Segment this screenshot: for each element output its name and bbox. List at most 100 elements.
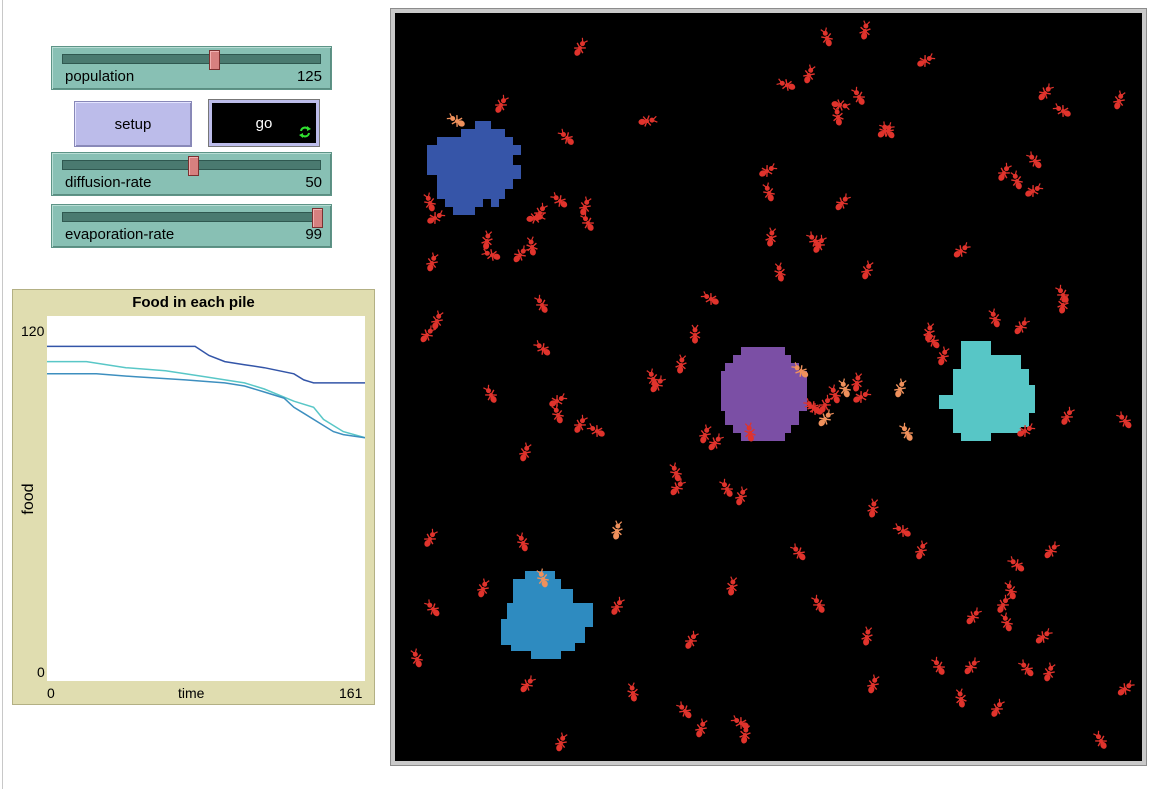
ant-icon	[924, 331, 940, 349]
ant-icon	[676, 701, 692, 719]
ant-icon	[867, 674, 880, 694]
ant-icon	[937, 346, 950, 366]
diffusion-rate-slider[interactable]: diffusion-rate 50	[51, 152, 332, 196]
ant-icon	[966, 607, 982, 625]
blue-pile	[427, 121, 521, 215]
slider-thumb[interactable]	[208, 50, 220, 70]
ant-icon	[820, 27, 833, 47]
ant-icon	[423, 192, 436, 212]
ant-icon	[557, 128, 574, 145]
ant-icon	[859, 20, 871, 40]
ant-icon	[483, 384, 497, 403]
y-max-tick: 120	[21, 323, 45, 339]
ant-icon	[513, 245, 529, 263]
ant-icon	[1035, 628, 1053, 644]
ant-icon	[832, 106, 844, 126]
ant-icon	[917, 53, 936, 67]
ant-icon	[861, 626, 873, 646]
ant-icon	[991, 698, 1005, 717]
evaporation-rate-slider[interactable]: evaporation-rate 99	[51, 204, 332, 248]
plot-svg	[47, 345, 366, 439]
ant-icon	[574, 414, 588, 433]
ant-icon	[1061, 406, 1075, 425]
ant-icon	[1043, 662, 1056, 682]
ant-icon	[998, 162, 1012, 181]
ant-icon	[689, 324, 701, 344]
ant-icon	[726, 576, 738, 596]
population-slider[interactable]: population 125	[51, 46, 332, 90]
y-axis-label: food	[20, 483, 37, 515]
ant-icon	[675, 354, 687, 374]
ant-icon	[1010, 170, 1023, 190]
go-button-face[interactable]: go	[212, 103, 316, 143]
ant-icon	[1117, 680, 1135, 696]
ant-icon	[1000, 612, 1013, 632]
slider-thumb[interactable]	[312, 208, 324, 228]
ant-icon	[424, 528, 438, 547]
ant-icon	[790, 543, 806, 561]
ant-icon	[1018, 659, 1034, 677]
ant-icon	[1026, 151, 1042, 169]
ant-icon	[1052, 103, 1071, 117]
ant-icon	[431, 310, 444, 330]
ant-icon	[776, 78, 796, 91]
ant-icon	[803, 64, 816, 84]
ant-icon	[762, 182, 775, 202]
ant-icon	[549, 393, 568, 407]
ant-icon	[516, 532, 529, 552]
ant-icon	[735, 486, 748, 506]
ant-icon	[1025, 183, 1044, 197]
slider-track[interactable]	[62, 50, 321, 70]
food-plot: Food in each pile 120 0 food 0 time 161	[12, 289, 375, 705]
slider-label: diffusion-rate	[65, 174, 152, 191]
go-button[interactable]: go	[208, 99, 320, 147]
ant-icon	[774, 262, 786, 282]
plot-title: Food in each pile	[132, 294, 255, 311]
ant-icon	[650, 375, 666, 393]
world-svg[interactable]	[395, 13, 1142, 761]
world-view-frame	[390, 8, 1147, 766]
ant-icon	[811, 594, 825, 613]
ant-icon	[1007, 556, 1025, 572]
ant-icon	[534, 294, 548, 313]
ant-icon	[526, 236, 538, 256]
slider-value: 125	[296, 68, 322, 85]
ant-icon	[765, 227, 777, 247]
ant-icon	[519, 442, 532, 462]
ant-icon	[894, 378, 907, 398]
ant-icon	[997, 594, 1011, 613]
ant-icon	[446, 113, 465, 127]
ant-icon	[1044, 541, 1060, 559]
setup-button[interactable]: setup	[74, 101, 192, 147]
ant-icon	[879, 121, 895, 139]
ant-icon	[586, 423, 605, 437]
ant-icon	[611, 596, 625, 615]
slider-track[interactable]	[62, 208, 324, 228]
ant-icon	[580, 212, 594, 231]
ant-icon	[899, 422, 913, 441]
ant-icon	[695, 718, 708, 738]
slider-value: 99	[305, 226, 322, 243]
ant-icon	[1113, 90, 1126, 110]
slider-track[interactable]	[62, 156, 321, 176]
slider-thumb[interactable]	[187, 156, 199, 176]
plot-area	[47, 316, 366, 681]
world-view[interactable]	[395, 13, 1142, 761]
ant-icon	[831, 99, 851, 111]
ant-icon	[931, 656, 945, 675]
slider-value: 50	[305, 174, 322, 191]
ant-icon	[892, 523, 911, 537]
ant-icon	[424, 599, 440, 617]
ant-icon	[574, 37, 588, 56]
ant-icon	[988, 308, 1001, 328]
ant-icon	[495, 94, 509, 113]
ant-icon	[551, 404, 564, 424]
y-min-tick: 0	[37, 664, 45, 680]
x-axis-label: time	[178, 685, 205, 701]
ant-icon	[481, 230, 493, 250]
ant-icon	[550, 192, 568, 208]
ant-icon	[555, 732, 568, 752]
ant-icon	[953, 242, 971, 258]
ant-icon	[708, 433, 724, 451]
ant-icon	[426, 252, 439, 272]
